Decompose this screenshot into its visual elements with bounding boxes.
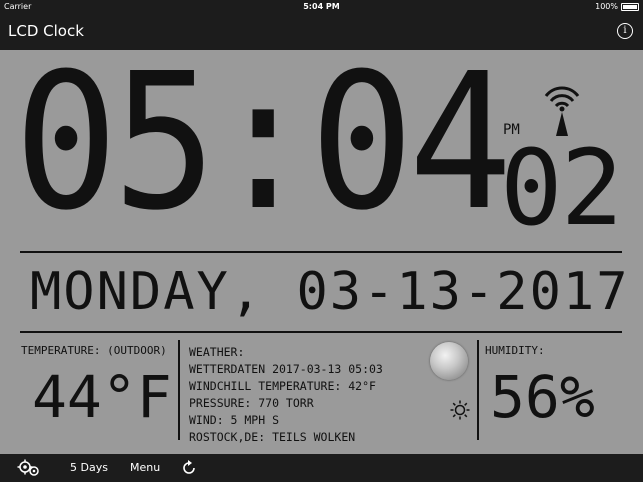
clock-hours-minutes: 05:04 xyxy=(14,33,513,252)
weather-line: ROSTOCK,DE: TEILS WOLKEN xyxy=(189,430,356,444)
temperature-label: TEMPERATURE: (OUTDOOR) xyxy=(21,344,167,357)
date-display: MONDAY, 03-13-2017 xyxy=(30,262,630,322)
weather-line: WETTERDATEN 2017-03-13 05:03 xyxy=(189,362,383,376)
status-time: 5:04 PM xyxy=(303,2,340,11)
status-bar: Carrier 5:04 PM 100% xyxy=(0,0,643,13)
weather-line: PRESSURE: 770 TORR xyxy=(189,396,314,410)
five-days-button[interactable]: 5 Days xyxy=(70,461,108,474)
humidity-label: HUMIDITY: xyxy=(485,344,545,357)
weather-line: WIND: 5 MPH S xyxy=(189,413,280,427)
panel-divider-right xyxy=(477,340,479,440)
radio-signal-icon xyxy=(544,86,580,136)
clock-seconds: 02 xyxy=(500,127,623,249)
battery-icon xyxy=(621,2,639,11)
menu-button[interactable]: Menu xyxy=(130,461,160,474)
weather-label: WEATHER: xyxy=(189,345,245,359)
battery-indicator: 100% xyxy=(595,2,639,11)
divider-top xyxy=(20,251,622,253)
sun-icon xyxy=(450,400,470,420)
divider-bottom xyxy=(20,331,622,333)
panel-divider-left xyxy=(178,340,180,440)
refresh-icon[interactable] xyxy=(181,460,197,476)
humidity-value: 56% xyxy=(490,363,595,431)
weather-line: WINDCHILL TEMPERATURE: 42°F xyxy=(189,379,376,393)
gears-icon[interactable] xyxy=(16,458,42,478)
moon-icon xyxy=(430,342,468,380)
weather-panel: WEATHER: WETTERDATEN 2017-03-13 05:03 WI… xyxy=(189,344,383,446)
battery-percent: 100% xyxy=(595,2,618,11)
bottom-toolbar: 5 Days Menu xyxy=(0,454,643,482)
info-icon[interactable]: i xyxy=(617,23,633,39)
temperature-value: 44°F xyxy=(32,363,172,431)
